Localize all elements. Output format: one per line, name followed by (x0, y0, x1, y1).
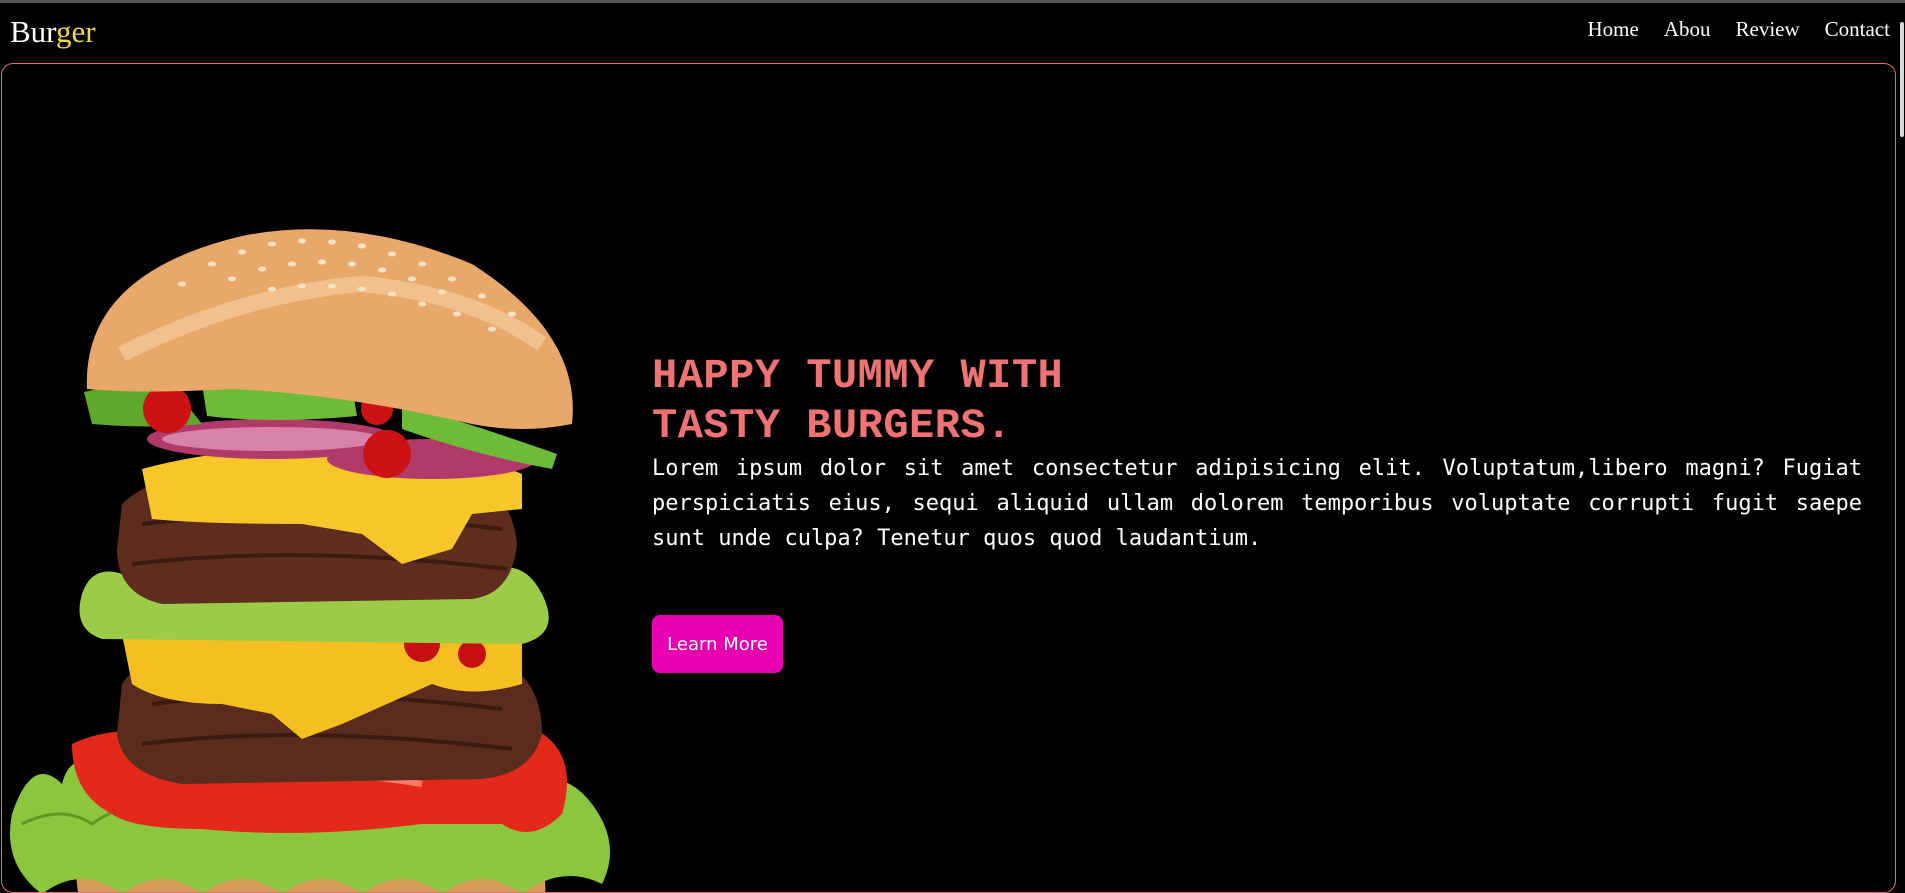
nav-link-about[interactable]: Abou (1664, 17, 1711, 42)
hero-headline: HAPPY TUMMY WITH TASTY BURGERS. (652, 351, 1862, 451)
nav-link-home[interactable]: Home (1588, 17, 1639, 42)
navbar: Burger Home Abou Review Contact (0, 3, 1905, 63)
nav-links: Home Abou Review Contact (1588, 17, 1890, 42)
logo-primary: Bur (10, 14, 56, 49)
burger-image (10, 229, 611, 892)
hero-headline-line-1: HAPPY TUMMY WITH (652, 352, 1064, 400)
logo[interactable]: Burger (10, 14, 96, 50)
hero-content: HAPPY TUMMY WITH TASTY BURGERS. Lorem ip… (652, 351, 1862, 556)
nav-link-contact[interactable]: Contact (1825, 17, 1890, 42)
nav-link-review[interactable]: Review (1736, 17, 1800, 42)
hero-headline-line-2: TASTY BURGERS. (652, 402, 1012, 450)
learn-more-button[interactable]: Learn More (652, 615, 783, 673)
hero-section: HAPPY TUMMY WITH TASTY BURGERS. Lorem ip… (1, 63, 1896, 893)
hero-description: Lorem ipsum dolor sit amet consectetur a… (652, 456, 1862, 551)
scrollbar-thumb[interactable] (1900, 22, 1904, 137)
logo-accent: ger (55, 14, 96, 49)
